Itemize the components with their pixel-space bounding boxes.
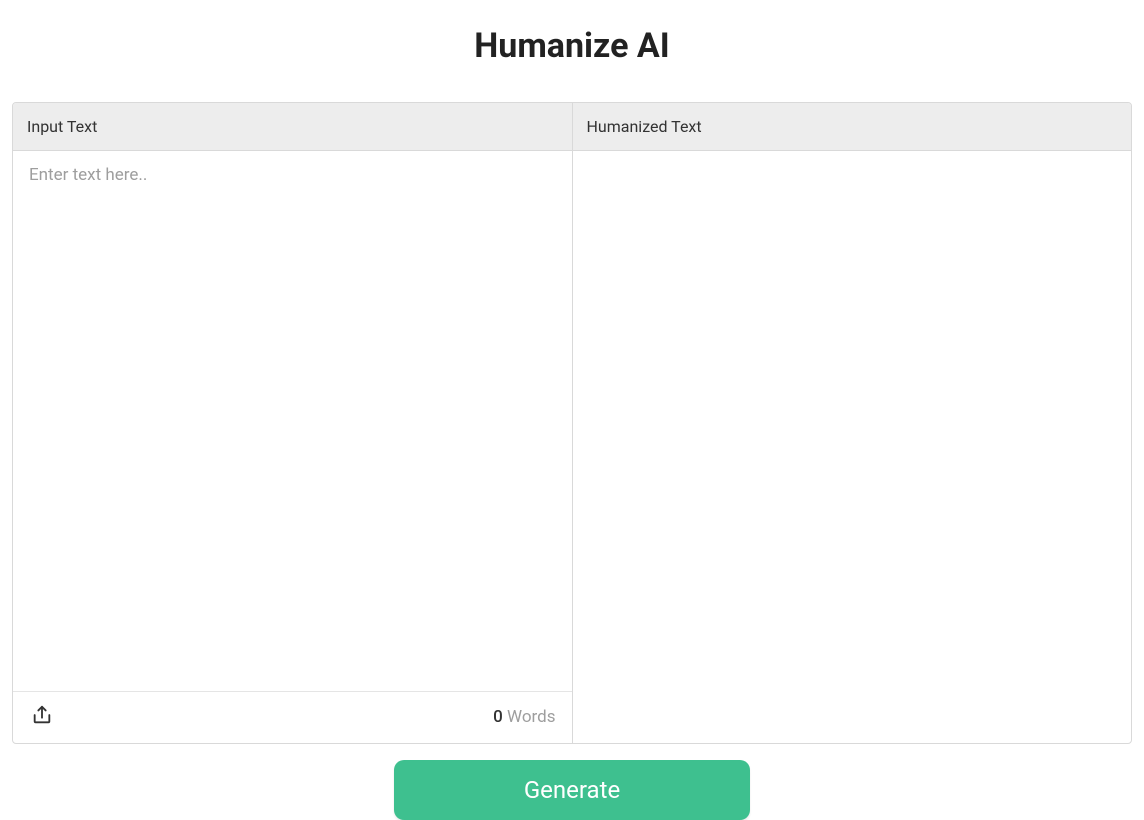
word-count-label: Words bbox=[503, 707, 556, 727]
generate-button[interactable]: Generate bbox=[394, 760, 750, 820]
word-count-number: 0 bbox=[493, 707, 503, 727]
upload-button[interactable] bbox=[29, 702, 55, 731]
generate-container: Generate bbox=[12, 744, 1132, 820]
input-panel: Input Text 0 Words bbox=[13, 103, 573, 743]
output-panel-body bbox=[573, 151, 1132, 691]
output-area bbox=[573, 151, 1132, 691]
output-panel-header: Humanized Text bbox=[573, 103, 1132, 151]
input-panel-body bbox=[13, 151, 572, 691]
input-panel-footer: 0 Words bbox=[13, 691, 572, 743]
input-panel-header: Input Text bbox=[13, 103, 572, 151]
panels-container: Input Text 0 Words Humanized Text bbox=[12, 102, 1132, 744]
output-panel: Humanized Text bbox=[573, 103, 1132, 743]
word-count: 0 Words bbox=[493, 707, 555, 727]
page-title: Humanize AI bbox=[12, 0, 1132, 102]
upload-icon bbox=[31, 704, 53, 729]
input-textarea[interactable] bbox=[13, 151, 572, 691]
